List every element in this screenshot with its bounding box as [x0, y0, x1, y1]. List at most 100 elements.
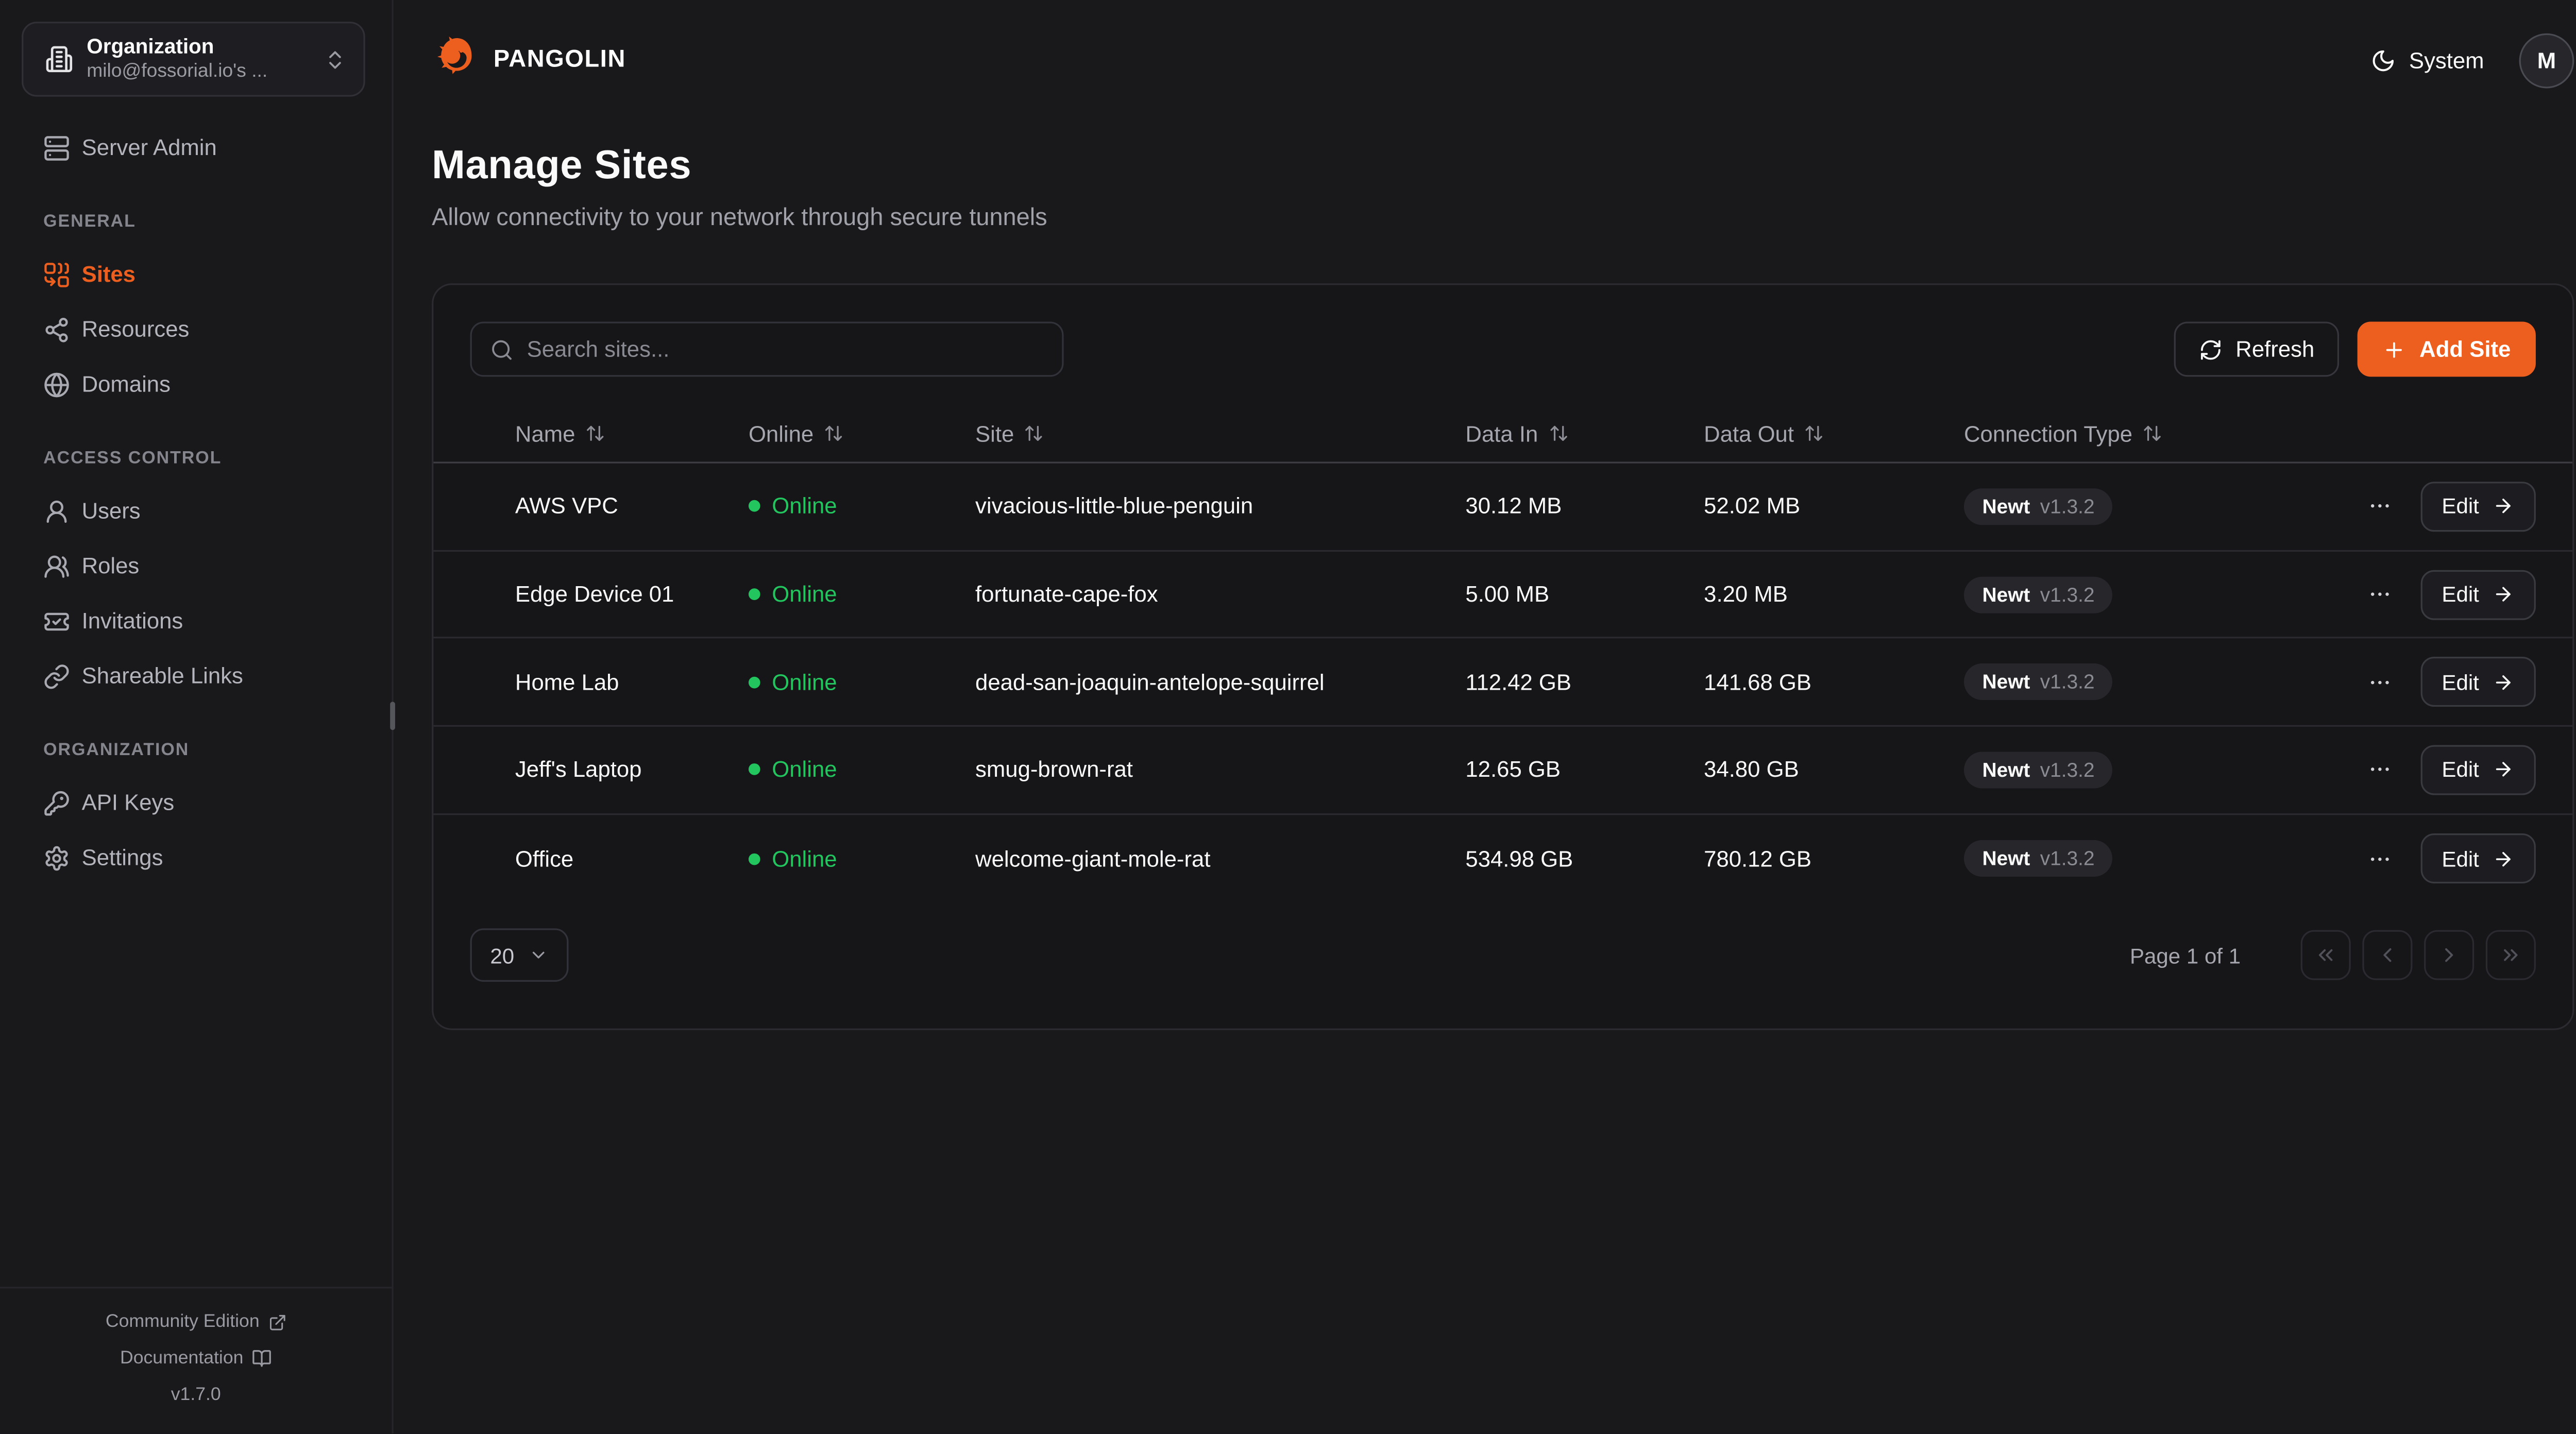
search-box [470, 322, 1064, 377]
sites-card: Refresh Add Site Name Online Site Data I… [432, 283, 2574, 1030]
site-id-cell: smug-brown-rat [975, 757, 1465, 782]
add-site-label: Add Site [2419, 337, 2511, 362]
connection-name: Newt [1982, 847, 2030, 870]
book-open-icon [252, 1349, 272, 1369]
online-dot-icon [749, 764, 760, 776]
search-input[interactable] [527, 337, 1044, 362]
row-menu-button[interactable] [2360, 840, 2398, 878]
table-row: Office Online welcome-giant-mole-rat 534… [433, 815, 2572, 902]
sidebar-item-sites[interactable]: Sites [0, 247, 375, 302]
documentation-link[interactable]: Documentation [0, 1341, 392, 1377]
sidebar-item-settings[interactable]: Settings [0, 830, 375, 885]
connection-type-badge: Newt v1.3.2 [1964, 840, 2113, 877]
data-in-cell: 30.12 MB [1465, 494, 1704, 519]
connection-name: Newt [1982, 671, 2030, 694]
edit-button[interactable]: Edit [2420, 745, 2536, 795]
data-in-cell: 534.98 GB [1465, 846, 1704, 872]
row-menu-button[interactable] [2360, 575, 2398, 613]
online-status-cell: Online [749, 757, 975, 782]
card-footer: 20 Page 1 of 1 [433, 928, 2572, 1028]
online-dot-icon [749, 588, 760, 600]
last-page-button[interactable] [2486, 930, 2536, 980]
sidebar-nav: Server Admin GENERAL Sites Resources Dom… [0, 97, 392, 1288]
sidebar-item-shareable-links[interactable]: Shareable Links [0, 648, 375, 704]
ellipsis-icon [2367, 846, 2392, 872]
connection-type-badge: Newt v1.3.2 [1964, 752, 2113, 788]
edit-button[interactable]: Edit [2420, 482, 2536, 532]
column-header-data-in[interactable]: Data In [1465, 421, 1704, 446]
chevrons-up-down-icon [324, 47, 347, 71]
org-switcher[interactable]: Organization milo@fossorial.io's ... [22, 22, 365, 97]
edit-label: Edit [2442, 494, 2479, 519]
sidebar-item-users[interactable]: Users [0, 483, 375, 538]
sidebar-item-api-keys[interactable]: API Keys [0, 775, 375, 830]
chevron-down-icon [529, 945, 549, 965]
sites-table: Name Online Site Data In Data Out Connec… [433, 405, 2572, 902]
refresh-button[interactable]: Refresh [2174, 322, 2340, 377]
row-menu-button[interactable] [2360, 751, 2398, 789]
sidebar-item-label: Server Admin [82, 135, 217, 160]
edit-button[interactable]: Edit [2420, 569, 2536, 619]
ticket-check-icon [43, 608, 70, 635]
theme-selector[interactable]: System [2370, 47, 2484, 73]
sidebar-item-label: Roles [82, 553, 140, 578]
connection-type-cell: Newt v1.3.2 [1964, 752, 2355, 788]
sidebar-item-roles[interactable]: Roles [0, 538, 375, 593]
online-label: Online [772, 494, 837, 519]
column-header-online[interactable]: Online [749, 421, 975, 446]
online-label: Online [772, 757, 837, 782]
combine-icon [43, 261, 70, 287]
avatar[interactable]: M [2519, 32, 2574, 88]
site-name-cell: Jeff's Laptop [470, 757, 749, 782]
online-label: Online [772, 846, 837, 872]
community-edition-link[interactable]: Community Edition [0, 1304, 392, 1341]
sort-icon [2142, 423, 2162, 443]
column-header-connection-type[interactable]: Connection Type [1964, 421, 2355, 446]
header-controls: System M [2370, 32, 2574, 88]
sidebar-item-domains[interactable]: Domains [0, 356, 375, 412]
site-name-cell: Office [470, 846, 749, 872]
top-header: PANGOLIN System M [394, 0, 2576, 120]
column-header-name[interactable]: Name [470, 421, 749, 446]
table-row: Jeff's Laptop Online smug-brown-rat 12.6… [433, 727, 2572, 814]
previous-page-button[interactable] [2362, 930, 2412, 980]
first-page-button[interactable] [2301, 930, 2351, 980]
next-page-button[interactable] [2424, 930, 2474, 980]
toolbar-actions: Refresh Add Site [2174, 322, 2536, 377]
row-menu-button[interactable] [2360, 487, 2398, 525]
connection-version: v1.3.2 [2040, 758, 2095, 781]
sidebar-resize-handle[interactable] [390, 702, 395, 730]
add-site-button[interactable]: Add Site [2358, 322, 2535, 377]
org-switcher-subtitle: milo@fossorial.io's ... [87, 60, 310, 85]
brand[interactable]: PANGOLIN [432, 35, 626, 85]
page-info: Page 1 of 1 [2130, 943, 2241, 968]
sort-icon [1024, 423, 1044, 443]
table-body: AWS VPC Online vivacious-little-blue-pen… [433, 464, 2572, 902]
globe-icon [43, 371, 70, 398]
table-row: AWS VPC Online vivacious-little-blue-pen… [433, 464, 2572, 551]
server-icon [43, 134, 70, 161]
search-icon [490, 337, 513, 361]
data-in-cell: 112.42 GB [1465, 670, 1704, 695]
edit-button[interactable]: Edit [2420, 833, 2536, 883]
ellipsis-icon [2367, 670, 2392, 695]
column-header-data-out[interactable]: Data Out [1704, 421, 1964, 446]
site-name-cell: Edge Device 01 [470, 582, 749, 607]
pangolin-logo-icon [432, 35, 482, 85]
sidebar-item-invitations[interactable]: Invitations [0, 593, 375, 648]
chevrons-right-icon [2499, 944, 2522, 967]
sidebar-item-server-admin[interactable]: Server Admin [0, 120, 375, 175]
moon-icon [2370, 47, 2396, 73]
page-size-select[interactable]: 20 [470, 928, 569, 982]
connection-name: Newt [1982, 583, 2030, 606]
page-size-value: 20 [490, 943, 514, 968]
online-status-cell: Online [749, 846, 975, 872]
row-menu-button[interactable] [2360, 663, 2398, 701]
edit-button[interactable]: Edit [2420, 657, 2536, 707]
edit-label: Edit [2442, 670, 2479, 695]
sidebar-item-resources[interactable]: Resources [0, 302, 375, 357]
column-header-site[interactable]: Site [975, 421, 1465, 446]
external-link-icon [268, 1313, 286, 1332]
online-status-cell: Online [749, 670, 975, 695]
site-id-cell: vivacious-little-blue-penguin [975, 494, 1465, 519]
